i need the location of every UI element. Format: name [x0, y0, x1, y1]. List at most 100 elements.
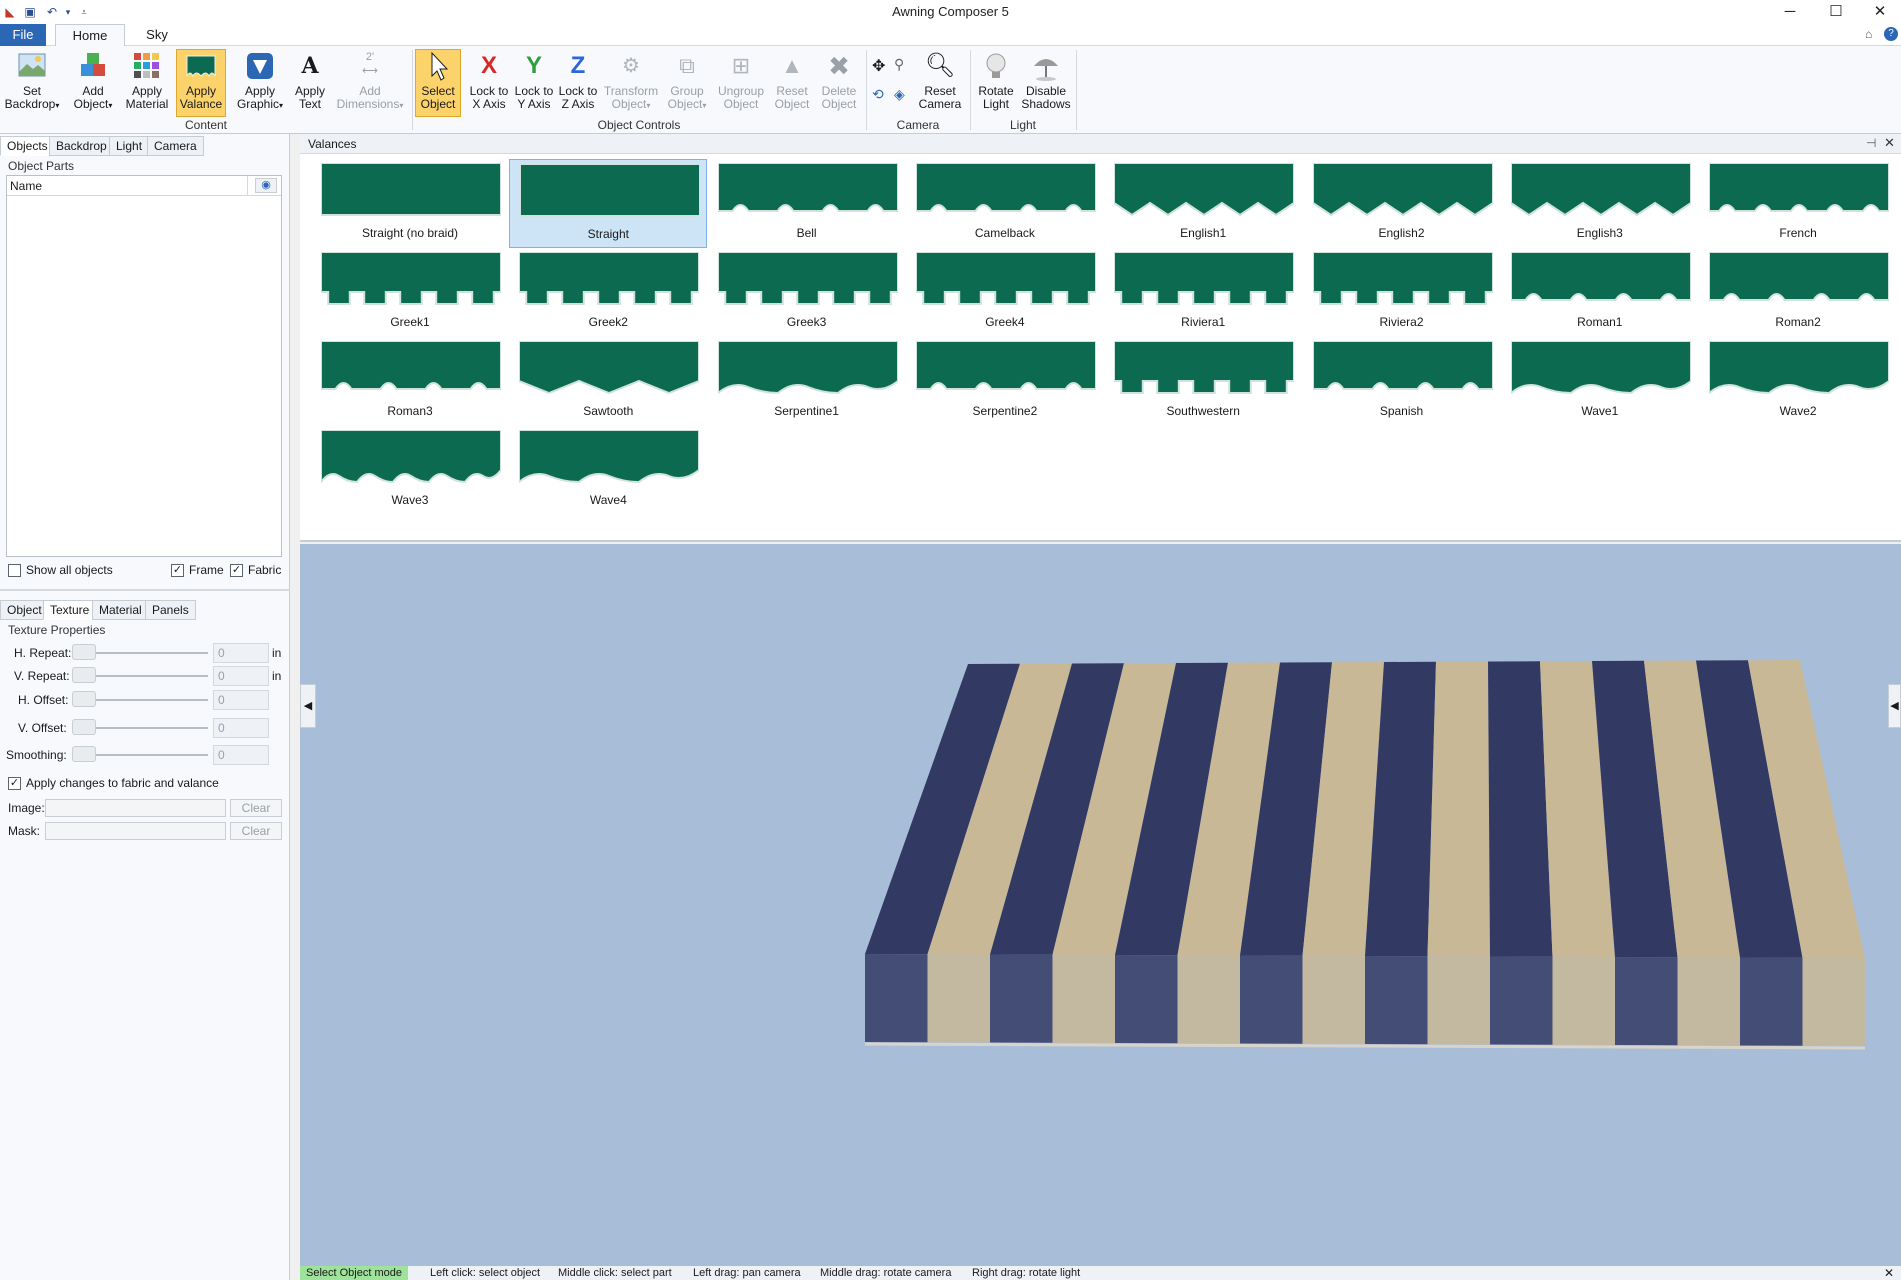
tab-panels[interactable]: Panels [145, 600, 196, 620]
valance-option[interactable]: Riviera1 [1104, 248, 1302, 337]
visibility-eye-icon[interactable]: ◉ [255, 178, 277, 193]
tab-objects[interactable]: Objects [0, 136, 55, 156]
minimize-button[interactable]: ─ [1768, 0, 1812, 24]
smoothing-slider-thumb[interactable] [72, 746, 96, 762]
apply-graphic-button[interactable]: Apply Graphic▾ [232, 50, 288, 116]
reset-camera-button[interactable]: 🔍︎ Reset Camera [916, 50, 964, 116]
collapse-left-panel-button[interactable]: ◀ [300, 684, 316, 728]
h-repeat-slider-thumb[interactable] [72, 644, 96, 660]
tab-backdrop[interactable]: Backdrop [49, 136, 114, 156]
image-path-field[interactable] [45, 799, 226, 817]
status-close-icon[interactable]: ✕ [1884, 1266, 1894, 1280]
valance-option[interactable]: Greek1 [311, 248, 509, 337]
v-offset-slider-thumb[interactable] [72, 719, 96, 735]
tab-material[interactable]: Material [92, 600, 149, 620]
rotate-light-button[interactable]: Rotate Light [974, 50, 1018, 116]
tab-light[interactable]: Light [109, 136, 150, 156]
zoom-icon[interactable]: ⚲ [894, 56, 904, 73]
smoothing-input[interactable]: 0 [213, 745, 269, 765]
disable-shadows-button[interactable]: Disable Shadows [1020, 50, 1072, 116]
valance-option[interactable]: Roman1 [1501, 248, 1699, 337]
frame-checkbox[interactable]: ✓ [171, 564, 184, 577]
mask-path-field[interactable] [45, 822, 226, 840]
tab-texture[interactable]: Texture [43, 600, 97, 620]
valance-option[interactable]: Sawtooth [509, 337, 707, 426]
v-offset-slider[interactable] [84, 727, 208, 729]
lock-y-axis-button[interactable]: Y Lock to Y Axis [512, 50, 556, 116]
h-offset-slider-thumb[interactable] [72, 691, 96, 707]
fabric-checkbox[interactable]: ✓ [230, 564, 243, 577]
lock-z-axis-button[interactable]: Z Lock to Z Axis [556, 50, 600, 116]
apply-changes-checkbox[interactable]: ✓ [8, 777, 21, 790]
transform-object-button[interactable]: ⚙ Transform Object▾ [602, 50, 660, 116]
object-parts-list[interactable]: Name ◉ [6, 175, 282, 557]
valance-option-label: Roman2 [1775, 315, 1821, 329]
valance-option[interactable]: Spanish [1303, 337, 1501, 426]
valance-option[interactable]: Wave1 [1501, 337, 1699, 426]
3d-viewport[interactable]: ◀ ◀ [300, 544, 1901, 1266]
v-repeat-slider-thumb[interactable] [72, 667, 96, 683]
valance-option[interactable]: Southwestern [1104, 337, 1302, 426]
home-icon[interactable]: ⌂ [1865, 27, 1872, 41]
tab-file[interactable]: File [0, 24, 46, 46]
tilt-icon[interactable]: ◈ [894, 86, 905, 103]
h-offset-input[interactable]: 0 [213, 690, 269, 710]
reset-object-button[interactable]: ▲ Reset Object [770, 50, 814, 116]
pan-icon[interactable]: ✥ [872, 56, 885, 76]
help-icon[interactable]: ? [1884, 27, 1898, 41]
tab-home[interactable]: Home [55, 24, 125, 47]
h-repeat-slider[interactable] [84, 652, 208, 654]
valance-option[interactable]: Serpentine2 [906, 337, 1104, 426]
v-repeat-input[interactable]: 0 [213, 666, 269, 686]
valance-option[interactable]: English1 [1104, 159, 1302, 248]
set-backdrop-button[interactable]: Set Backdrop▾ [4, 50, 60, 116]
tab-camera[interactable]: Camera [147, 136, 204, 156]
valance-option[interactable]: Wave2 [1699, 337, 1897, 426]
smoothing-slider[interactable] [84, 754, 208, 756]
collapse-right-panel-button[interactable]: ◀ [1888, 684, 1901, 728]
v-offset-input[interactable]: 0 [213, 718, 269, 738]
valance-option[interactable]: Greek4 [906, 248, 1104, 337]
mask-clear-button[interactable]: Clear [230, 822, 282, 840]
apply-valance-button[interactable]: Apply Valance [176, 49, 226, 117]
valance-option[interactable]: Greek2 [509, 248, 707, 337]
add-object-button[interactable]: Add Object▾ [68, 50, 118, 116]
name-column-header[interactable]: Name [10, 179, 42, 193]
valance-option[interactable]: Greek3 [708, 248, 906, 337]
select-object-button[interactable]: Select Object [415, 49, 461, 117]
valance-option[interactable]: Serpentine1 [708, 337, 906, 426]
close-button[interactable]: ✕ [1858, 0, 1901, 24]
apply-text-button[interactable]: A Apply Text [290, 50, 330, 116]
h-repeat-input[interactable]: 0 [213, 643, 269, 663]
valance-option[interactable]: French [1699, 159, 1897, 248]
valance-option[interactable]: Camelback [906, 159, 1104, 248]
add-dimensions-button[interactable]: 2' ⟷ Add Dimensions▾ [334, 50, 406, 116]
h-offset-slider[interactable] [84, 699, 208, 701]
maximize-button[interactable]: ☐ [1814, 0, 1858, 24]
v-repeat-slider[interactable] [84, 675, 208, 677]
orbit-icon[interactable]: ⟲ [872, 86, 884, 103]
group-object-button[interactable]: ⧉ Group Object▾ [662, 50, 712, 116]
valance-option[interactable]: Bell [708, 159, 906, 248]
valance-option[interactable]: Wave4 [509, 426, 707, 515]
valance-option[interactable]: English2 [1303, 159, 1501, 248]
lock-x-axis-button[interactable]: X Lock to X Axis [466, 50, 512, 116]
awning-render[interactable] [300, 544, 1901, 1266]
ungroup-object-button[interactable]: ⊞ Ungroup Object [714, 50, 768, 116]
valance-option[interactable]: English3 [1501, 159, 1699, 248]
valance-option[interactable]: Riviera2 [1303, 248, 1501, 337]
valance-option[interactable]: Straight [509, 159, 708, 248]
tab-object[interactable]: Object [0, 600, 49, 620]
valance-option[interactable]: Wave3 [311, 426, 509, 515]
close-panel-icon[interactable]: ✕ [1884, 135, 1895, 151]
show-all-objects-checkbox[interactable] [8, 564, 21, 577]
tab-sky[interactable]: Sky [135, 24, 179, 46]
panel-splitter[interactable] [0, 589, 290, 591]
valance-option[interactable]: Straight (no braid) [311, 159, 509, 248]
valance-option[interactable]: Roman2 [1699, 248, 1897, 337]
valance-option[interactable]: Roman3 [311, 337, 509, 426]
pin-icon[interactable]: ⊣ [1866, 136, 1876, 150]
image-clear-button[interactable]: Clear [230, 799, 282, 817]
delete-object-button[interactable]: ✖ Delete Object [816, 50, 862, 116]
apply-material-button[interactable]: Apply Material [122, 50, 172, 116]
